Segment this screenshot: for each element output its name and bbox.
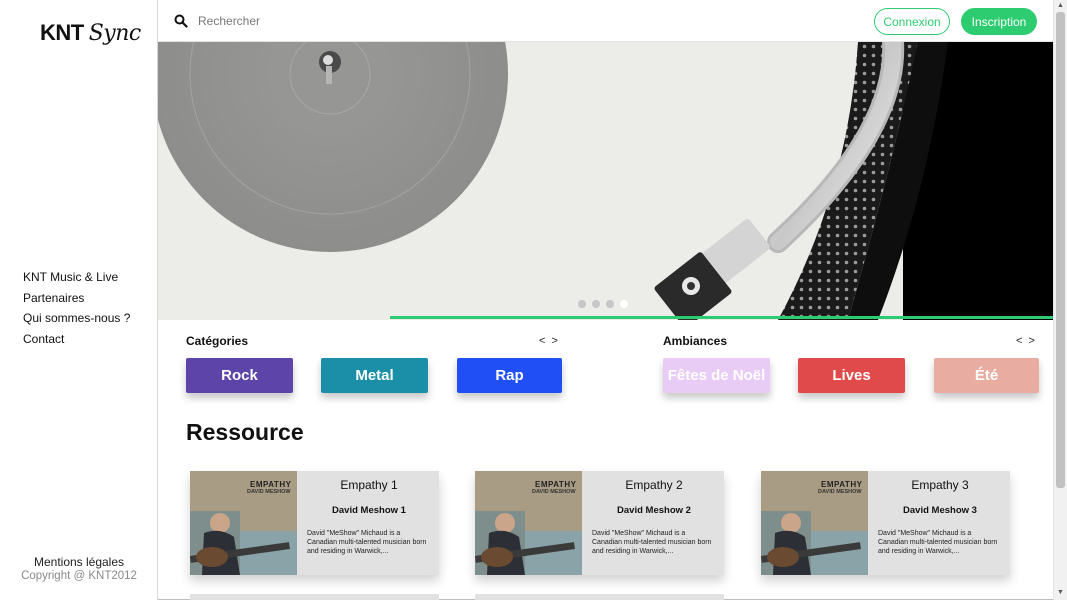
card-artist: David Meshow 1 — [332, 505, 406, 516]
cover-title: EMPATHY — [535, 480, 577, 489]
resource-card-3[interactable]: EMPATHY DAVID MESHOW Empathy 3 David Mes… — [761, 471, 1010, 575]
resource-card-2[interactable]: EMPATHY DAVID MESHOW Empathy 2 David Mes… — [475, 471, 724, 575]
carousel-dots — [578, 300, 628, 308]
card-info: Empathy 2 David Meshow 2 David "MeShow" … — [582, 471, 724, 575]
top-header: Connexion Inscription — [158, 0, 1053, 42]
scroll-up-icon[interactable]: ▲ — [1057, 2, 1064, 9]
card-title: Empathy 1 — [340, 478, 398, 492]
brand-name-bold: KNT — [40, 20, 84, 45]
album-cover: EMPATHY DAVID MESHOW — [475, 471, 582, 575]
brand-logo[interactable]: KNT Sync — [40, 20, 141, 46]
card-title: Empathy 2 — [625, 478, 683, 492]
category-tile-metal[interactable]: Metal — [321, 358, 428, 393]
page-scrollbar[interactable]: ▲ ▼ — [1053, 0, 1067, 600]
sidebar-item-partenaires[interactable]: Partenaires — [23, 288, 130, 309]
resource-card-1[interactable]: EMPATHY DAVID MESHOW Empathy 1 David Mes… — [190, 471, 439, 575]
sidebar-item-contact[interactable]: Contact — [23, 329, 130, 350]
card-title: Empathy 3 — [911, 478, 969, 492]
card-description: David "MeShow" Michaud is a Canadian mul… — [592, 530, 712, 555]
ambiance-tile-ete[interactable]: Été — [934, 358, 1039, 393]
sidebar-nav: KNT Music & Live Partenaires Qui sommes-… — [23, 267, 130, 349]
ambiances-next-button[interactable]: > — [1028, 335, 1040, 347]
category-tile-rap[interactable]: Rap — [457, 358, 562, 393]
sidebar: KNT Sync KNT Music & Live Partenaires Qu… — [0, 0, 158, 600]
category-tile-rock[interactable]: Rock — [186, 358, 293, 393]
scrollbar-thumb[interactable] — [1056, 12, 1065, 488]
cover-title: EMPATHY — [821, 480, 863, 489]
categories-prev-button[interactable]: < — [539, 335, 551, 347]
search-input[interactable] — [198, 10, 598, 32]
sidebar-footer: Mentions légales Copyright @ KNT2012 — [0, 555, 158, 583]
carousel-dot-active[interactable] — [620, 300, 628, 308]
hero-carousel[interactable] — [158, 42, 1053, 320]
card-info: Empathy 3 David Meshow 3 David "MeShow" … — [868, 471, 1010, 575]
ambiance-tile-noel[interactable]: Fêtes de Noël — [663, 358, 770, 393]
album-cover: EMPATHY DAVID MESHOW — [190, 471, 297, 575]
sidebar-item-about[interactable]: Qui sommes-nous ? — [23, 308, 130, 329]
brand-name-script: Sync — [88, 21, 142, 46]
signup-button[interactable]: Inscription — [961, 8, 1037, 35]
cover-artist: DAVID MESHOW — [818, 489, 862, 495]
card-artist: David Meshow 3 — [903, 505, 977, 516]
carousel-dot[interactable] — [592, 300, 600, 308]
search-icon — [174, 14, 188, 28]
ambiances-arrows: <> — [1016, 335, 1041, 347]
scroll-down-icon[interactable]: ▼ — [1057, 589, 1064, 596]
ambiances-title: Ambiances — [663, 334, 728, 348]
carousel-progress-bar — [390, 316, 1053, 319]
turntable-image — [158, 42, 1053, 320]
album-cover: EMPATHY DAVID MESHOW — [761, 471, 868, 575]
legal-link[interactable]: Mentions légales — [0, 555, 158, 569]
categories-title: Catégories — [186, 334, 249, 348]
card-description: David "MeShow" Michaud is a Canadian mul… — [878, 530, 998, 555]
resource-card-partial[interactable] — [190, 594, 439, 600]
card-artist: David Meshow 2 — [617, 505, 691, 516]
card-description: David "MeShow" Michaud is a Canadian mul… — [307, 530, 427, 555]
ambiances-prev-button[interactable]: < — [1016, 335, 1028, 347]
copyright-text: Copyright @ KNT2012 — [21, 570, 137, 582]
cover-title: EMPATHY — [250, 480, 292, 489]
carousel-dot[interactable] — [606, 300, 614, 308]
cover-artist: DAVID MESHOW — [247, 489, 291, 495]
carousel-dot[interactable] — [578, 300, 586, 308]
sidebar-item-music-live[interactable]: KNT Music & Live — [23, 267, 130, 288]
card-info: Empathy 1 David Meshow 1 David "MeShow" … — [297, 471, 439, 575]
login-button[interactable]: Connexion — [874, 8, 950, 35]
cover-artist: DAVID MESHOW — [532, 489, 576, 495]
categories-next-button[interactable]: > — [551, 335, 563, 347]
categories-arrows: <> — [539, 335, 564, 347]
ambiance-tile-lives[interactable]: Lives — [798, 358, 905, 393]
resources-title: Ressource — [186, 419, 304, 445]
resource-card-partial[interactable] — [475, 594, 724, 600]
